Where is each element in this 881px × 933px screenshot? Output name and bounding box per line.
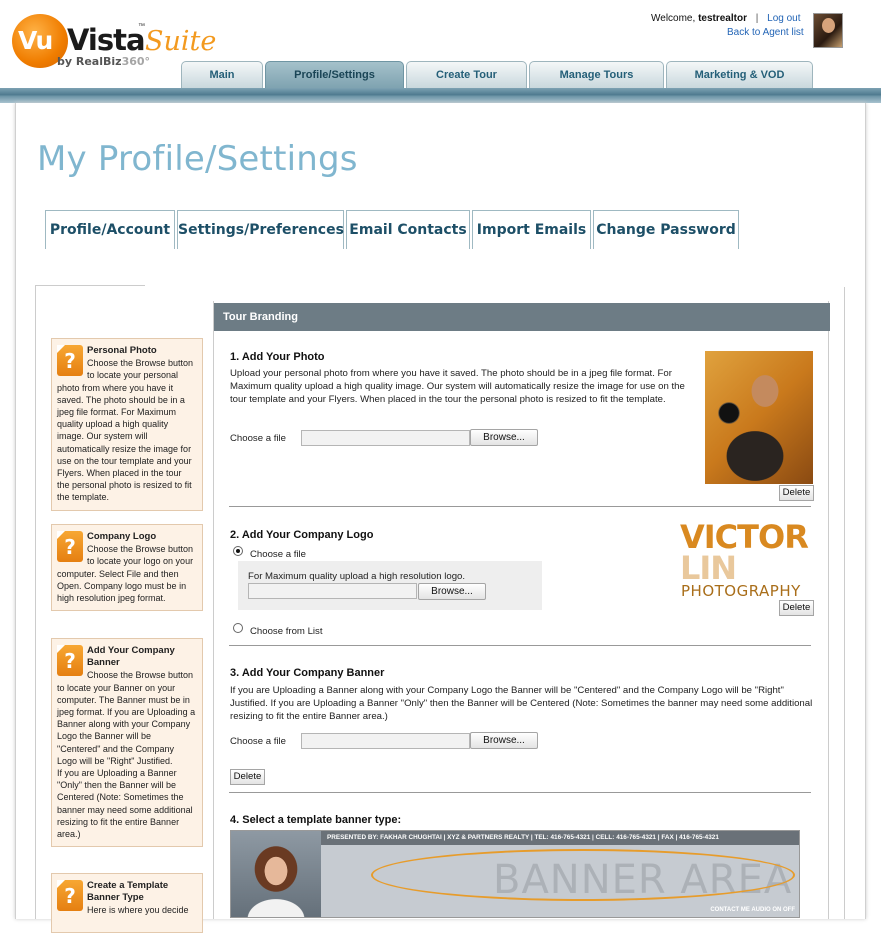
welcome-prefix: Welcome,: [651, 13, 696, 24]
add-photo-text: Upload your personal photo from where yo…: [230, 368, 685, 405]
back-to-agent-list-link[interactable]: Back to Agent list: [727, 27, 804, 38]
tab-email-contacts[interactable]: Email Contacts: [346, 210, 470, 249]
logo-upload-box: For Maximum quality upload a high resolu…: [238, 561, 542, 610]
personal-photo-image: [705, 351, 813, 484]
logo-suite-text: Suite: [145, 26, 217, 57]
add-banner-title: 3. Add Your Company Banner: [230, 667, 385, 679]
logo-by-text: by RealBiz: [57, 55, 122, 68]
photo-choose-label: Choose a file: [230, 433, 286, 444]
logo-choose-list-radio[interactable]: [233, 623, 243, 633]
logo-trademark: ™: [138, 23, 145, 30]
logo-vista-text: Vista: [67, 23, 146, 57]
help-icon: ?: [57, 880, 83, 911]
logo-by-suffix: 360°: [121, 55, 151, 68]
tab-settings-preferences[interactable]: Settings/Preferences: [177, 210, 344, 249]
help-icon: ?: [57, 531, 83, 562]
help-personal-photo: ? Personal Photo Choose the Browse butto…: [51, 338, 203, 511]
help-icon: ?: [57, 345, 83, 376]
help-company-banner: ? Add Your Company Banner Choose the Bro…: [51, 638, 203, 848]
logo-choose-list-label: Choose from List: [250, 626, 323, 637]
banner-browse-button[interactable]: Browse...: [470, 732, 538, 749]
section-divider: [229, 506, 811, 507]
help-company-logo: ? Company Logo Choose the Browse button …: [51, 524, 203, 612]
page-title: My Profile/Settings: [37, 139, 358, 179]
tour-branding-panel: Tour Branding 1. Add Your Photo Upload y…: [213, 301, 830, 919]
banner-area-highlight: [371, 849, 795, 901]
help-text: Here is where you decide: [87, 905, 189, 916]
section-divider: [229, 792, 811, 793]
tab-profile-account[interactable]: Profile/Account: [45, 210, 175, 249]
logo-choose-file-radio[interactable]: [233, 546, 243, 556]
tab-import-emails[interactable]: Import Emails: [472, 210, 591, 249]
logo-upload-hint: For Maximum quality upload a high resolu…: [248, 571, 466, 582]
nav-tab-manage-tours[interactable]: Manage Tours: [529, 61, 664, 88]
banner-preview-footer: CONTACT ME AUDIO ON OFF: [710, 907, 795, 913]
logo-choose-file-label: Choose a file: [250, 549, 306, 560]
banner-template-preview[interactable]: PRESENTED BY: FAKHAR CHUGHTAI | XYZ & PA…: [230, 830, 800, 918]
welcome-line: Welcome, testrealtor | Log out: [651, 13, 801, 24]
section-divider: [229, 645, 811, 646]
company-logo-image: VICTOR LIN PHOTOGRAPHY: [680, 516, 812, 604]
content-frame-border: [844, 287, 845, 919]
logout-link[interactable]: Log out: [767, 13, 800, 24]
logo-file-input[interactable]: [248, 583, 417, 599]
avatar[interactable]: [813, 13, 843, 48]
banner-preview-info: PRESENTED BY: FAKHAR CHUGHTAI | XYZ & PA…: [321, 831, 799, 845]
help-text: Choose the Browse button to locate your …: [57, 358, 194, 503]
add-logo-title: 2. Add Your Company Logo: [230, 529, 374, 541]
logo-browse-button[interactable]: Browse...: [418, 583, 486, 600]
add-banner-text: If you are Uploading a Banner along with…: [230, 685, 813, 722]
help-text: Choose the Browse button to locate your …: [57, 670, 196, 766]
logo-line-3: PHOTOGRAPHY: [681, 582, 801, 600]
logo-delete-button[interactable]: Delete: [779, 600, 814, 616]
tab-change-password[interactable]: Change Password: [593, 210, 739, 249]
nav-tab-main[interactable]: Main: [181, 61, 263, 88]
help-icon: ?: [57, 645, 83, 676]
logo-vu-text: Vu: [18, 26, 53, 55]
banner-choose-label: Choose a file: [230, 736, 286, 747]
separator: |: [755, 13, 759, 24]
photo-browse-button[interactable]: Browse...: [470, 429, 538, 446]
username: testrealtor: [698, 13, 747, 24]
photo-file-input[interactable]: [301, 430, 470, 446]
help-text-2: If you are Uploading a Banner "Only" the…: [57, 768, 193, 840]
help-template-banner: ? Create a Template Banner Type Here is …: [51, 873, 203, 933]
banner-delete-button[interactable]: Delete: [230, 769, 265, 785]
photo-delete-button[interactable]: Delete: [779, 485, 814, 501]
banner-file-input[interactable]: [301, 733, 470, 749]
add-photo-title: 1. Add Your Photo: [230, 351, 325, 363]
nav-tab-create-tour[interactable]: Create Tour: [406, 61, 527, 88]
tour-branding-header: Tour Branding: [214, 303, 830, 331]
nav-tab-profile-settings[interactable]: Profile/Settings: [265, 61, 404, 88]
template-banner-title: 4. Select a template banner type:: [230, 814, 402, 826]
nav-tab-marketing-vod[interactable]: Marketing & VOD: [666, 61, 813, 88]
main-panel: My Profile/Settings Profile/Account Sett…: [15, 103, 866, 933]
nav-bar: [0, 88, 881, 103]
header: Vu Vista ™ Suite by RealBiz360° Welcome,…: [0, 0, 881, 103]
logo-byline: by RealBiz360°: [57, 55, 150, 68]
banner-preview-photo: [231, 831, 321, 917]
